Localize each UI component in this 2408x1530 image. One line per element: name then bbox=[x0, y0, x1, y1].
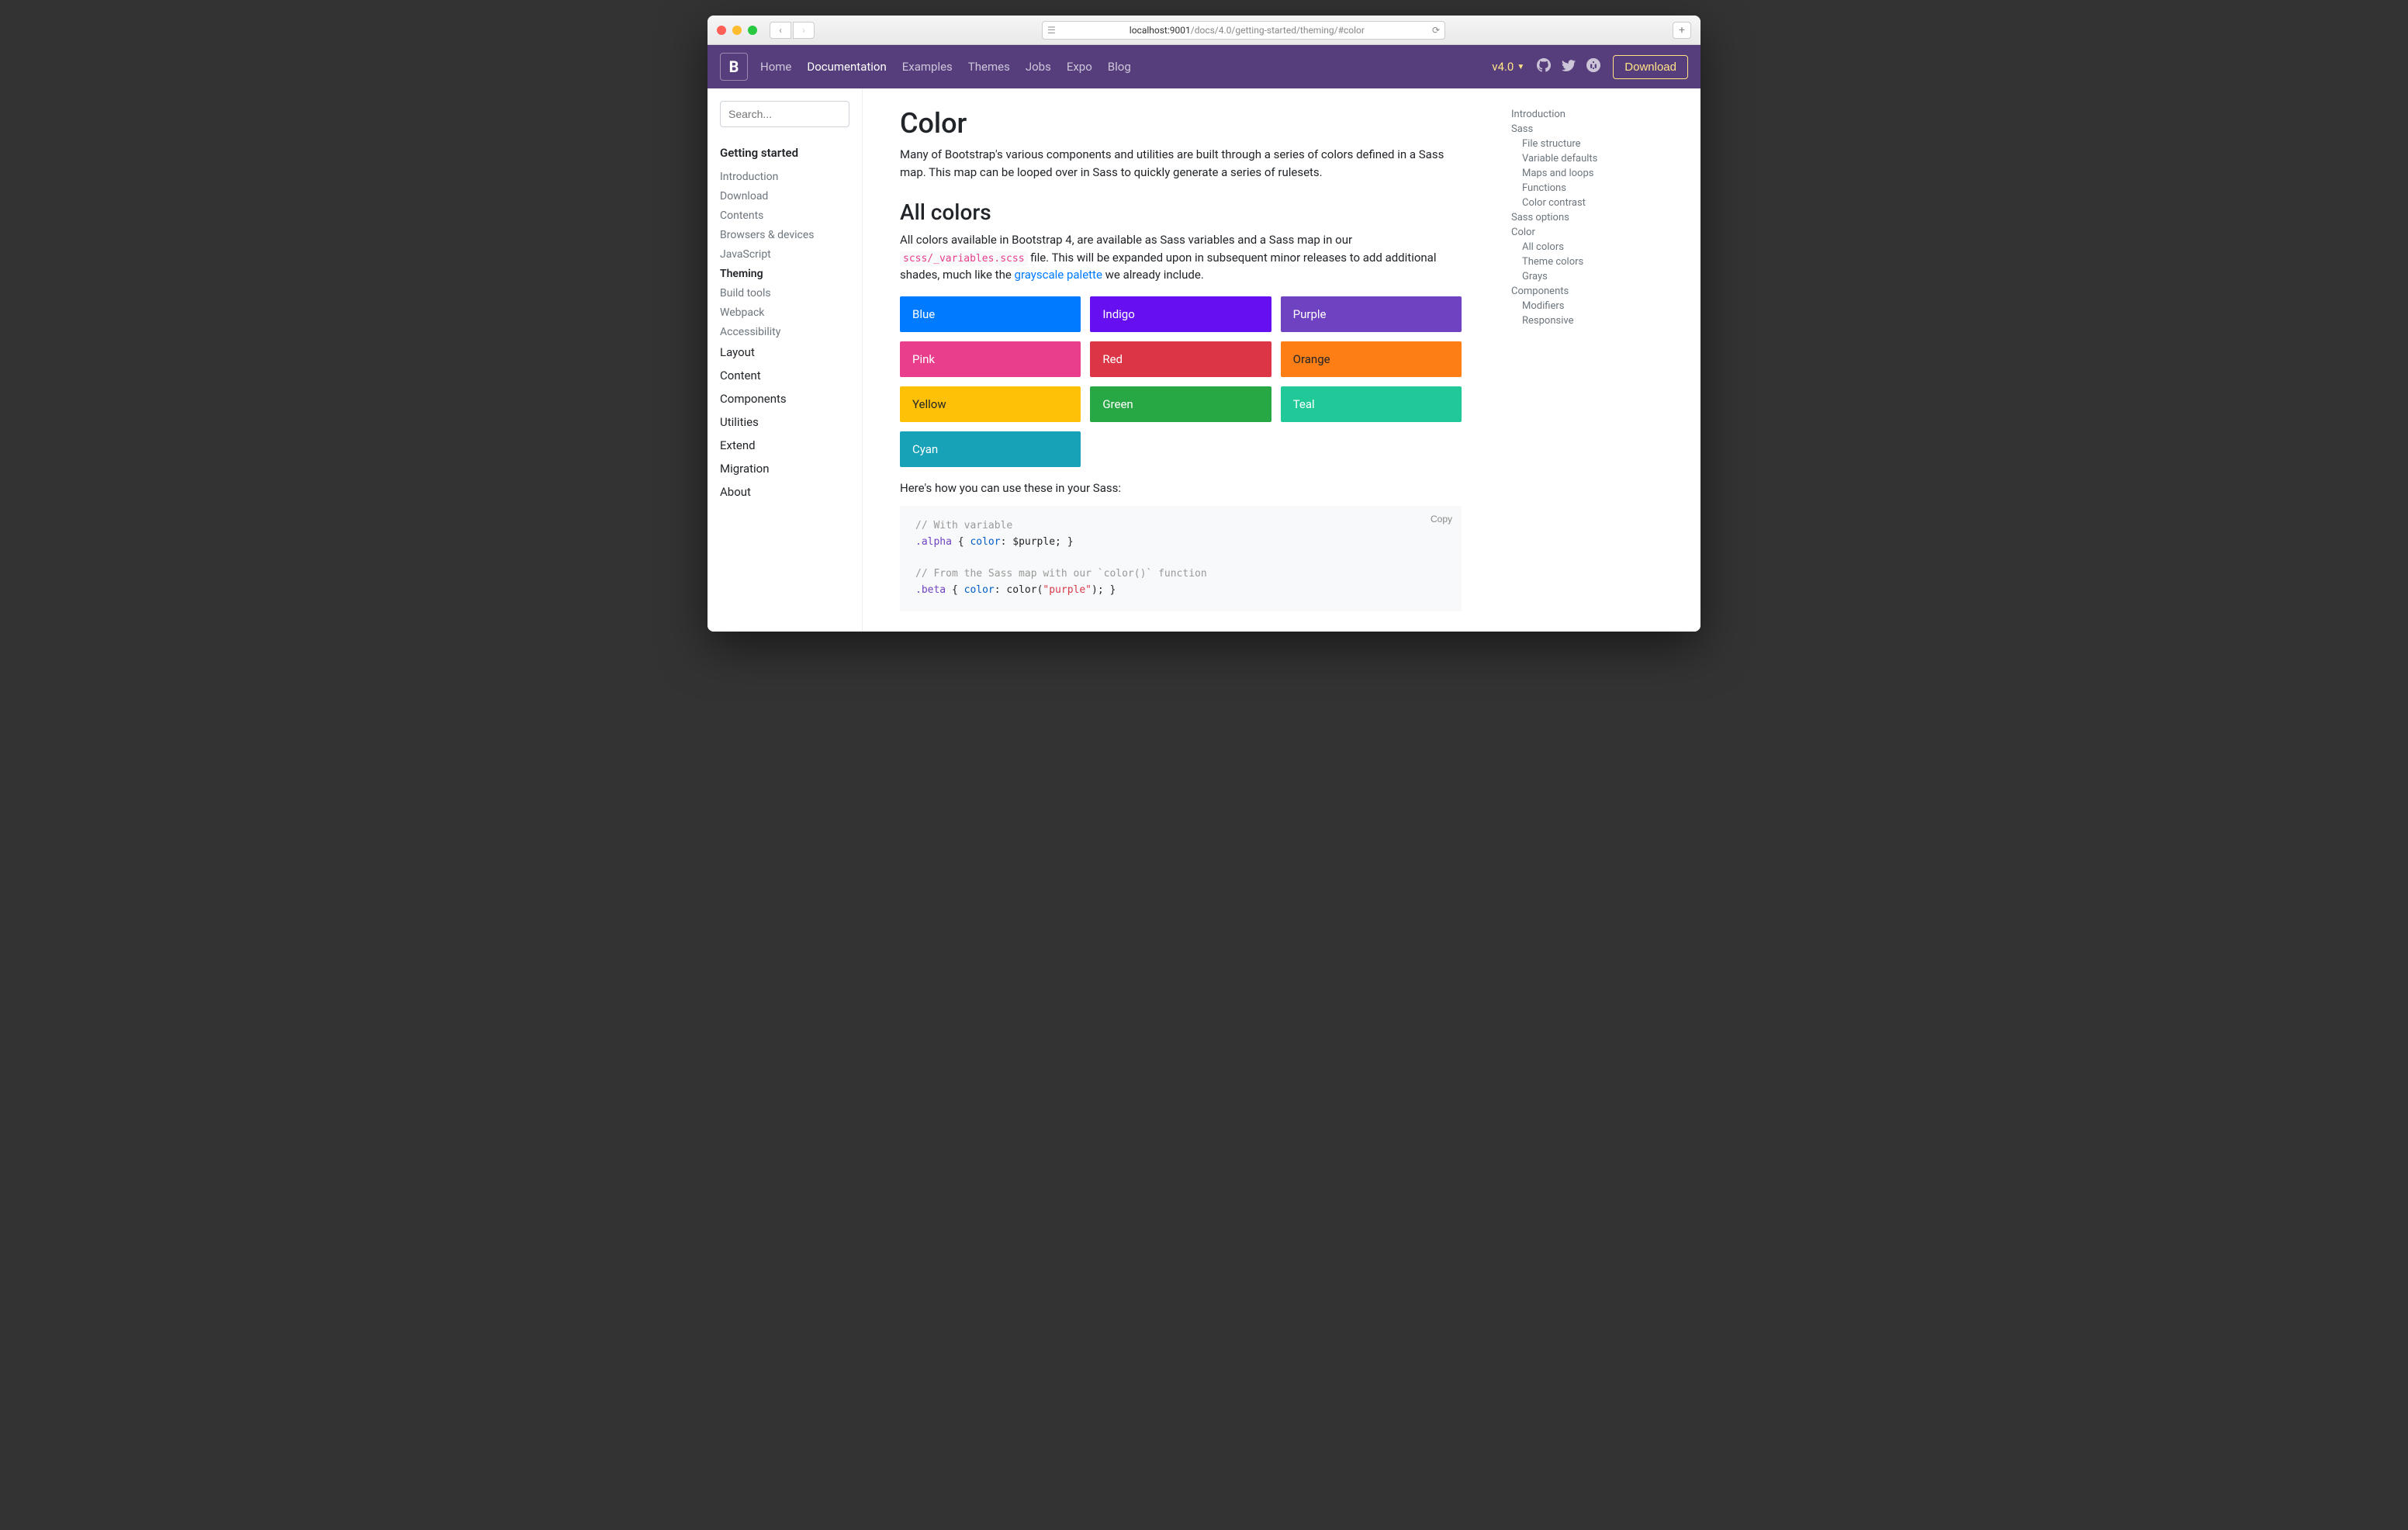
sidebar-item[interactable]: Theming bbox=[720, 268, 763, 280]
sidebar-item[interactable]: Build tools bbox=[720, 287, 771, 299]
toc-link[interactable]: Components bbox=[1511, 286, 1569, 297]
swatch-teal: Teal bbox=[1281, 386, 1462, 422]
nav-link-themes[interactable]: Themes bbox=[968, 60, 1010, 74]
titlebar: ‹ › ☰ localhost:9001/docs/4.0/getting-st… bbox=[708, 16, 1700, 45]
grayscale-link[interactable]: grayscale palette bbox=[1015, 268, 1102, 282]
toc-link[interactable]: Sass bbox=[1511, 123, 1533, 135]
nav-link-documentation[interactable]: Documentation bbox=[807, 60, 886, 74]
sidebar-category[interactable]: Components bbox=[720, 387, 849, 410]
toc-link[interactable]: Introduction bbox=[1511, 109, 1566, 120]
browser-window: ‹ › ☰ localhost:9001/docs/4.0/getting-st… bbox=[708, 16, 1700, 632]
sidebar-item[interactable]: Download bbox=[720, 190, 768, 202]
swatch-red: Red bbox=[1090, 341, 1271, 377]
slack-icon[interactable] bbox=[1586, 58, 1600, 75]
sidebar-category[interactable]: Utilities bbox=[720, 410, 849, 434]
nav-link-home[interactable]: Home bbox=[760, 60, 791, 74]
sidebar-category[interactable]: Migration bbox=[720, 457, 849, 480]
forward-button: › bbox=[793, 22, 815, 39]
sidebar-category[interactable]: Content bbox=[720, 364, 849, 387]
swatch-purple: Purple bbox=[1281, 296, 1462, 332]
sidebar-heading: Getting started bbox=[720, 146, 849, 160]
toc-link[interactable]: Maps and loops bbox=[1522, 168, 1593, 179]
sidebar-item[interactable]: JavaScript bbox=[720, 248, 771, 261]
github-icon[interactable] bbox=[1537, 58, 1551, 75]
url-text: localhost:9001/docs/4.0/getting-started/… bbox=[1062, 25, 1432, 36]
swatch-pink: Pink bbox=[900, 341, 1081, 377]
twitter-icon[interactable] bbox=[1562, 58, 1576, 75]
sidebar-category[interactable]: About bbox=[720, 480, 849, 504]
section-paragraph: All colors available in Bootstrap 4, are… bbox=[900, 231, 1462, 284]
copy-button[interactable]: Copy bbox=[1431, 512, 1452, 527]
window-controls bbox=[717, 26, 757, 35]
usage-paragraph: Here's how you can use these in your Sas… bbox=[900, 479, 1462, 497]
nav-link-blog[interactable]: Blog bbox=[1108, 60, 1131, 74]
main-content: Color Many of Bootstrap's various compon… bbox=[863, 88, 1499, 632]
toc-link[interactable]: Theme colors bbox=[1522, 256, 1583, 268]
toc-link[interactable]: Color bbox=[1511, 227, 1535, 238]
toc-link[interactable]: All colors bbox=[1522, 241, 1564, 253]
reader-icon[interactable]: ☰ bbox=[1047, 25, 1056, 36]
maximize-icon[interactable] bbox=[748, 26, 757, 35]
search-input[interactable] bbox=[720, 101, 849, 127]
page-title: Color bbox=[900, 107, 1462, 140]
toc-link[interactable]: Functions bbox=[1522, 182, 1566, 194]
nav-link-jobs[interactable]: Jobs bbox=[1026, 60, 1051, 74]
nav-link-examples[interactable]: Examples bbox=[902, 60, 953, 74]
toc-link[interactable]: Sass options bbox=[1511, 212, 1569, 223]
sidebar-item[interactable]: Contents bbox=[720, 209, 763, 222]
swatch-orange: Orange bbox=[1281, 341, 1462, 377]
toc-link[interactable]: Grays bbox=[1522, 271, 1548, 282]
toc-link[interactable]: Responsive bbox=[1522, 315, 1574, 327]
toc-link[interactable]: File structure bbox=[1522, 138, 1581, 150]
close-icon[interactable] bbox=[717, 26, 726, 35]
sidebar-item[interactable]: Accessibility bbox=[720, 326, 780, 338]
toc-link[interactable]: Variable defaults bbox=[1522, 153, 1597, 164]
address-bar[interactable]: ☰ localhost:9001/docs/4.0/getting-starte… bbox=[1042, 21, 1445, 40]
table-of-contents: Introduction Sass File structure Variable d… bbox=[1499, 88, 1638, 632]
sidebar-item[interactable]: Browsers & devices bbox=[720, 229, 815, 241]
code-block: Copy // With variable .alpha { color: $p… bbox=[900, 506, 1462, 611]
swatch-blue: Blue bbox=[900, 296, 1081, 332]
version-label: v4.0 bbox=[1492, 60, 1514, 74]
reload-icon[interactable]: ⟳ bbox=[1432, 25, 1440, 36]
brand-logo[interactable]: B bbox=[720, 53, 748, 81]
swatch-indigo: Indigo bbox=[1090, 296, 1271, 332]
sidebar-item[interactable]: Webpack bbox=[720, 306, 764, 319]
nav-links: Home Documentation Examples Themes Jobs Expo B… bbox=[760, 60, 1479, 74]
sidebar-category[interactable]: Layout bbox=[720, 341, 849, 364]
code-inline: scss/_variables.scss bbox=[900, 251, 1028, 266]
caret-down-icon: ▼ bbox=[1517, 63, 1524, 71]
intro-paragraph: Many of Bootstrap's various components a… bbox=[900, 146, 1462, 181]
top-navbar: B Home Documentation Examples Themes Jobs Exp… bbox=[708, 45, 1700, 88]
toc-link[interactable]: Color contrast bbox=[1522, 197, 1586, 209]
section-heading: All colors bbox=[900, 199, 1462, 225]
nav-link-expo[interactable]: Expo bbox=[1067, 60, 1092, 74]
minimize-icon[interactable] bbox=[732, 26, 742, 35]
toc-link[interactable]: Modifiers bbox=[1522, 300, 1564, 312]
new-tab-button[interactable]: + bbox=[1673, 22, 1691, 39]
sidebar-category[interactable]: Extend bbox=[720, 434, 849, 457]
swatch-cyan: Cyan bbox=[900, 431, 1081, 467]
sidebar: Getting started Introduction Download Cont… bbox=[708, 88, 863, 632]
version-dropdown[interactable]: v4.0 ▼ bbox=[1492, 60, 1524, 74]
color-swatches: BlueIndigo Purple PinkRed Orange YellowGreen… bbox=[900, 296, 1462, 467]
download-button[interactable]: Download bbox=[1613, 55, 1688, 79]
nav-buttons: ‹ › bbox=[770, 22, 815, 39]
back-button[interactable]: ‹ bbox=[770, 22, 791, 39]
swatch-green: Green bbox=[1090, 386, 1271, 422]
swatch-yellow: Yellow bbox=[900, 386, 1081, 422]
sidebar-item[interactable]: Introduction bbox=[720, 171, 778, 183]
sidebar-list: Introduction Download Contents Browsers & d… bbox=[720, 166, 849, 341]
